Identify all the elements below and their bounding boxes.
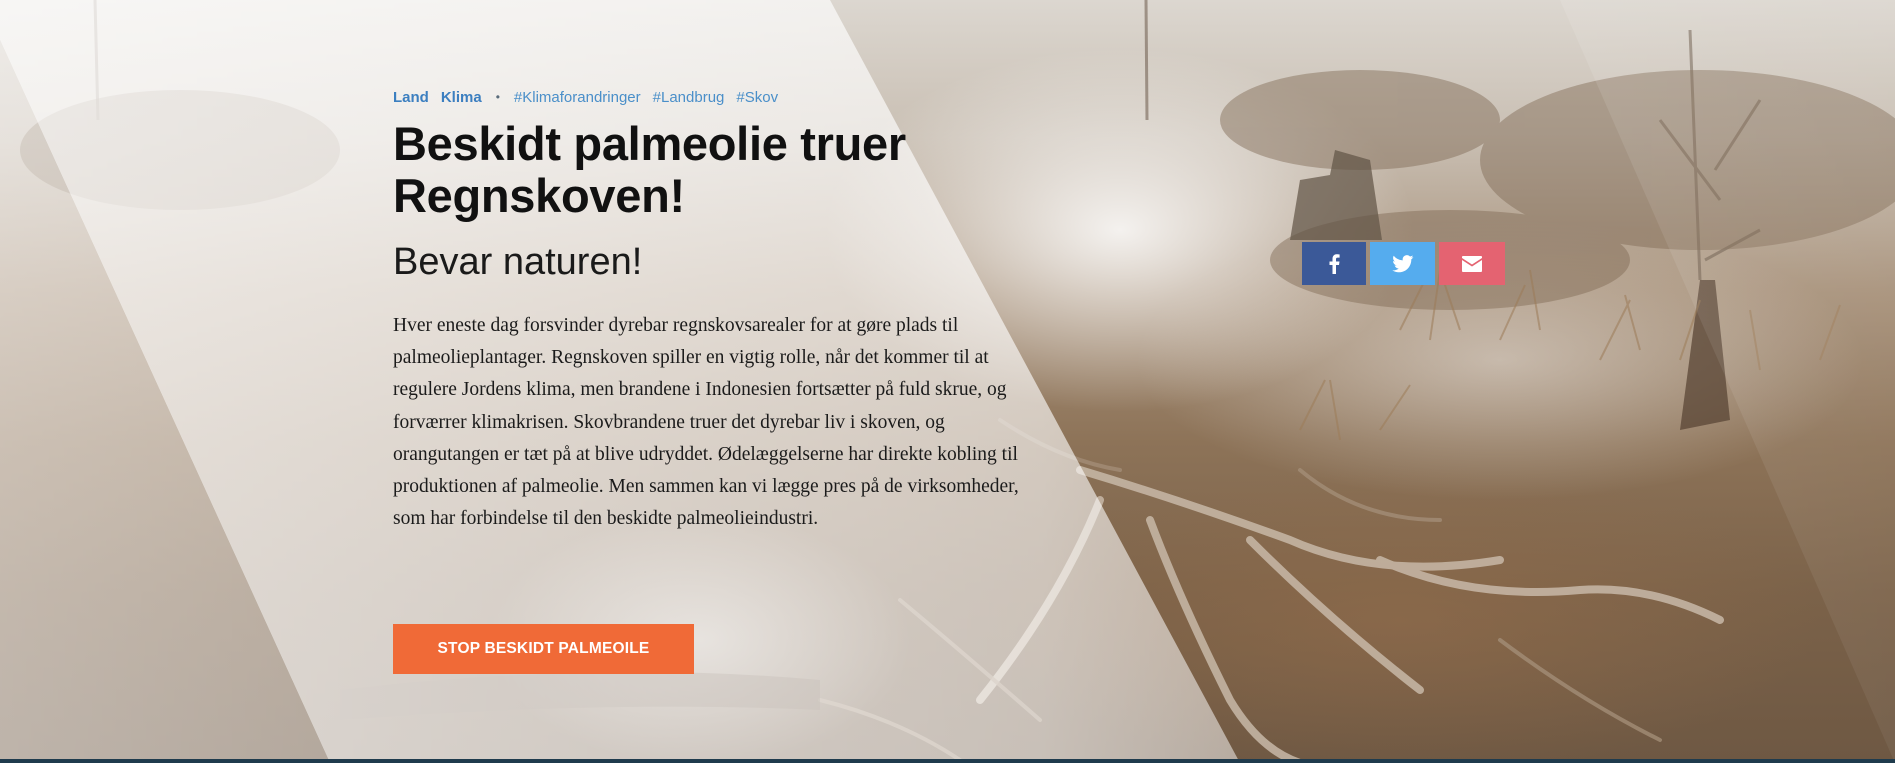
category-link-klima[interactable]: Klima: [441, 89, 482, 106]
share-buttons: [1302, 242, 1505, 285]
share-facebook-button[interactable]: [1302, 242, 1366, 285]
hashtag-link-klimaforandringer[interactable]: #Klimaforandringer: [514, 89, 641, 106]
tag-separator: •: [495, 90, 500, 104]
page-subtitle: Bevar naturen!: [393, 241, 643, 283]
hashtag-link-skov[interactable]: #Skov: [736, 89, 778, 106]
stop-palmoil-button[interactable]: STOP BESKIDT PALMEOILE: [393, 624, 694, 674]
bottom-border: [0, 759, 1895, 763]
category-link-land[interactable]: Land: [393, 89, 429, 106]
hashtag-link-landbrug[interactable]: #Landbrug: [653, 89, 725, 106]
article-tags: Land Klima • #Klimaforandringer #Landbru…: [393, 86, 1053, 108]
twitter-icon: [1391, 254, 1413, 272]
page-title: Beskidt palmeolie truer Regnskoven!: [393, 117, 906, 222]
share-email-button[interactable]: [1439, 242, 1505, 285]
article-intro: Land Klima • #Klimaforandringer #Landbru…: [393, 86, 1053, 535]
article-body: Hver eneste dag forsvinder dyrebar regns…: [393, 315, 1019, 530]
facebook-icon: [1329, 253, 1340, 274]
hero-section: Land Klima • #Klimaforandringer #Landbru…: [0, 0, 1895, 763]
share-twitter-button[interactable]: [1370, 242, 1435, 285]
envelope-icon: [1462, 255, 1482, 272]
